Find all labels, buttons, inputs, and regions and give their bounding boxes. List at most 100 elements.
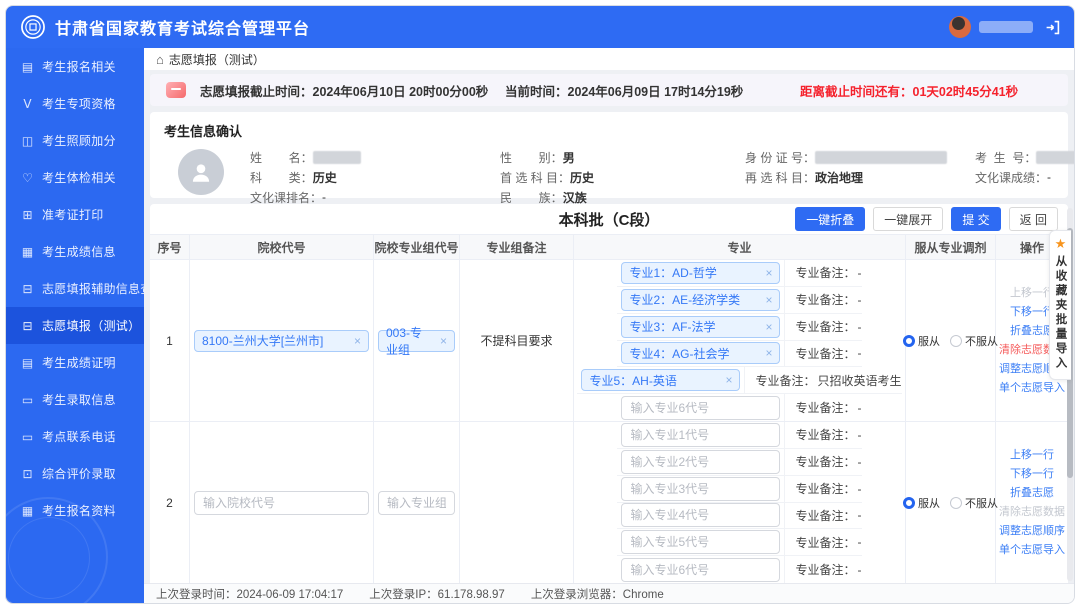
close-icon[interactable]: × (765, 293, 772, 307)
current-time-text: 当前时间：2024年06月09日 17时14分19秒 (505, 81, 780, 100)
close-icon[interactable]: × (765, 320, 772, 334)
sidebar-item[interactable]: ▦考生成绩信息 (6, 233, 144, 270)
college-tag[interactable]: 8100-兰州大学[兰州市]× (194, 330, 369, 352)
major-input[interactable] (621, 450, 780, 474)
user-avatar[interactable] (949, 16, 971, 38)
close-icon[interactable]: × (354, 334, 361, 348)
sidebar-item-label: 考生录取信息 (42, 391, 116, 408)
major-tag[interactable]: 专业1：AD-哲学 × (621, 262, 780, 284)
platform-logo-icon (20, 14, 46, 40)
sidebar-item[interactable]: ⊟志愿填报（测试） (6, 307, 144, 344)
action-link[interactable]: 折叠志愿 (1010, 484, 1054, 503)
toolbar-button[interactable]: 返 回 (1009, 207, 1058, 231)
menu-icon: ▭ (20, 430, 35, 444)
action-link[interactable]: 单个志愿导入 (999, 541, 1065, 560)
menu-icon: ▭ (20, 393, 35, 407)
toolbar-button[interactable]: 一键展开 (873, 207, 943, 231)
favorites-batch-import-tab[interactable]: ★ 从收藏夹批量导入 (1049, 230, 1071, 380)
student-info-card: 考生信息确认 姓 名：科 类：历史文化课排名：-性 别：男首 选 科 目：历史民… (150, 112, 1068, 198)
field-label: 性 别： (500, 149, 563, 166)
close-icon[interactable]: × (765, 346, 772, 360)
radio-label[interactable]: 服从 (918, 495, 940, 511)
action-link: 清除志愿数据 (999, 503, 1065, 522)
radio-unselected[interactable] (950, 497, 962, 509)
app-title: 甘肃省国家教育考试综合管理平台 (55, 15, 310, 39)
radio-label[interactable]: 不服从 (965, 333, 998, 349)
app-window: 甘肃省国家教育考试综合管理平台 ▤考生报名相关Ⅴ考生专项资格◫考生照顾加分♡考生… (5, 5, 1075, 604)
action-link[interactable]: 调整志愿顺序 (999, 522, 1065, 541)
major-tag[interactable]: 专业4：AG-社会学 × (621, 342, 780, 364)
major-input[interactable] (621, 503, 780, 527)
close-icon[interactable]: × (725, 373, 732, 387)
adjust-radio-group: 服从 不服从 (903, 333, 998, 349)
action-link[interactable]: 上移一行 (1010, 446, 1054, 465)
home-icon[interactable]: ⌂ (156, 52, 164, 67)
major-tag-label: 专业1：AD-哲学 (629, 264, 716, 281)
masked-value (1036, 151, 1074, 164)
toolbar-button[interactable]: 一键折叠 (795, 207, 865, 231)
field-value: 男 (563, 149, 575, 166)
major-note: 专业备注：- (785, 394, 861, 421)
breadcrumb-label[interactable]: 志愿填报（测试） (169, 51, 265, 68)
radio-label[interactable]: 服从 (918, 333, 940, 349)
action-link[interactable]: 下移一行 (1010, 303, 1054, 322)
sidebar-item[interactable]: ▤考生成绩证明 (6, 344, 144, 381)
major-input[interactable] (621, 558, 780, 582)
volunteer-table-card: 本科批（C段） 一键折叠一键展开提 交返 回 序号院校代号院校专业组代号专业组备… (150, 204, 1068, 603)
majors-column: 专业备注：-专业备注：-专业备注：-专业备注：-专业备注：-专业备注：- (574, 422, 906, 583)
group-input[interactable] (378, 491, 455, 515)
field-label: 身 份 证 号： (745, 149, 815, 166)
close-icon[interactable]: × (765, 266, 772, 280)
deadline-notice-bar: 志愿填报截止时间：2024年06月10日 20时00分00秒 当前时间：2024… (150, 74, 1068, 106)
volunteer-row: 2专业备注：-专业备注：-专业备注：-专业备注：-专业备注：-专业备注：-服从不… (150, 422, 1068, 584)
radio-label[interactable]: 不服从 (965, 495, 998, 511)
action-link[interactable]: 单个志愿导入 (999, 379, 1065, 398)
field-label: 科 类： (250, 169, 313, 186)
major-input[interactable] (621, 423, 780, 447)
row-index: 1 (150, 260, 190, 421)
sidebar-item[interactable]: ⊞准考证打印 (6, 196, 144, 233)
radio-selected[interactable] (903, 335, 915, 347)
major-tag[interactable]: 专业3：AF-法学× (621, 316, 780, 338)
sidebar-item[interactable]: ♡考生体检相关 (6, 159, 144, 196)
login-status-item: 上次登录时间：2024-06-09 17:04:17 (156, 586, 343, 602)
major-input[interactable] (621, 530, 780, 554)
major-note: 专业备注：- (785, 503, 861, 529)
major-input[interactable] (621, 396, 780, 420)
action-link[interactable]: 下移一行 (1010, 465, 1054, 484)
major-tag[interactable]: 专业2：AE-经济学类× (621, 289, 780, 311)
sidebar-item[interactable]: ◫考生照顾加分 (6, 122, 144, 159)
close-icon[interactable]: × (440, 334, 447, 348)
college-input[interactable] (194, 491, 369, 515)
login-status-item: 上次登录浏览器：Chrome (531, 586, 664, 602)
major-note: 专业备注：- (785, 314, 861, 340)
group-tag[interactable]: 003-专业组× (378, 330, 455, 352)
major-line: 专业备注：- (617, 556, 861, 583)
sidebar-item-label: 考生体检相关 (42, 169, 116, 186)
radio-selected[interactable] (903, 497, 915, 509)
major-input[interactable] (621, 477, 780, 501)
login-status-item: 上次登录IP：61.178.98.97 (369, 586, 505, 602)
major-line: 专业5：AH-英语×专业备注：只招收英语考生 (577, 367, 901, 394)
column-header: 院校专业组代号 (374, 235, 460, 259)
sidebar-item[interactable]: ▭考点联系电话 (6, 418, 144, 455)
toolbar-button[interactable]: 提 交 (951, 207, 1000, 231)
table-header-row: 序号院校代号院校专业组代号专业组备注专业服从专业调剂操作 (150, 234, 1068, 260)
radio-unselected[interactable] (950, 335, 962, 347)
sidebar-item[interactable]: ⊟志愿填报辅助信息查询 (6, 270, 144, 307)
major-tag[interactable]: 专业5：AH-英语× (581, 369, 740, 391)
sidebar-item-label: 考生成绩证明 (42, 354, 116, 371)
sidebar-item[interactable]: ⊡综合评价录取 (6, 455, 144, 492)
notice-flag-icon (166, 82, 186, 98)
adjust-radio-group: 服从 不服从 (903, 495, 998, 511)
major-tag-label: 专业4：AG-社会学 (629, 345, 729, 362)
field-value: 历史 (570, 169, 594, 186)
logout-icon[interactable] (1045, 20, 1060, 35)
masked-value (313, 151, 361, 164)
action-link[interactable]: 折叠志愿 (1010, 322, 1054, 341)
sidebar-item[interactable]: ▤考生报名相关 (6, 48, 144, 85)
sidebar-item[interactable]: ▭ 考生录取信息 (6, 381, 144, 418)
sidebar-item[interactable]: Ⅴ考生专项资格 (6, 85, 144, 122)
major-note: 专业备注：- (785, 287, 861, 313)
group-note: 不提科目要求 (460, 260, 574, 421)
